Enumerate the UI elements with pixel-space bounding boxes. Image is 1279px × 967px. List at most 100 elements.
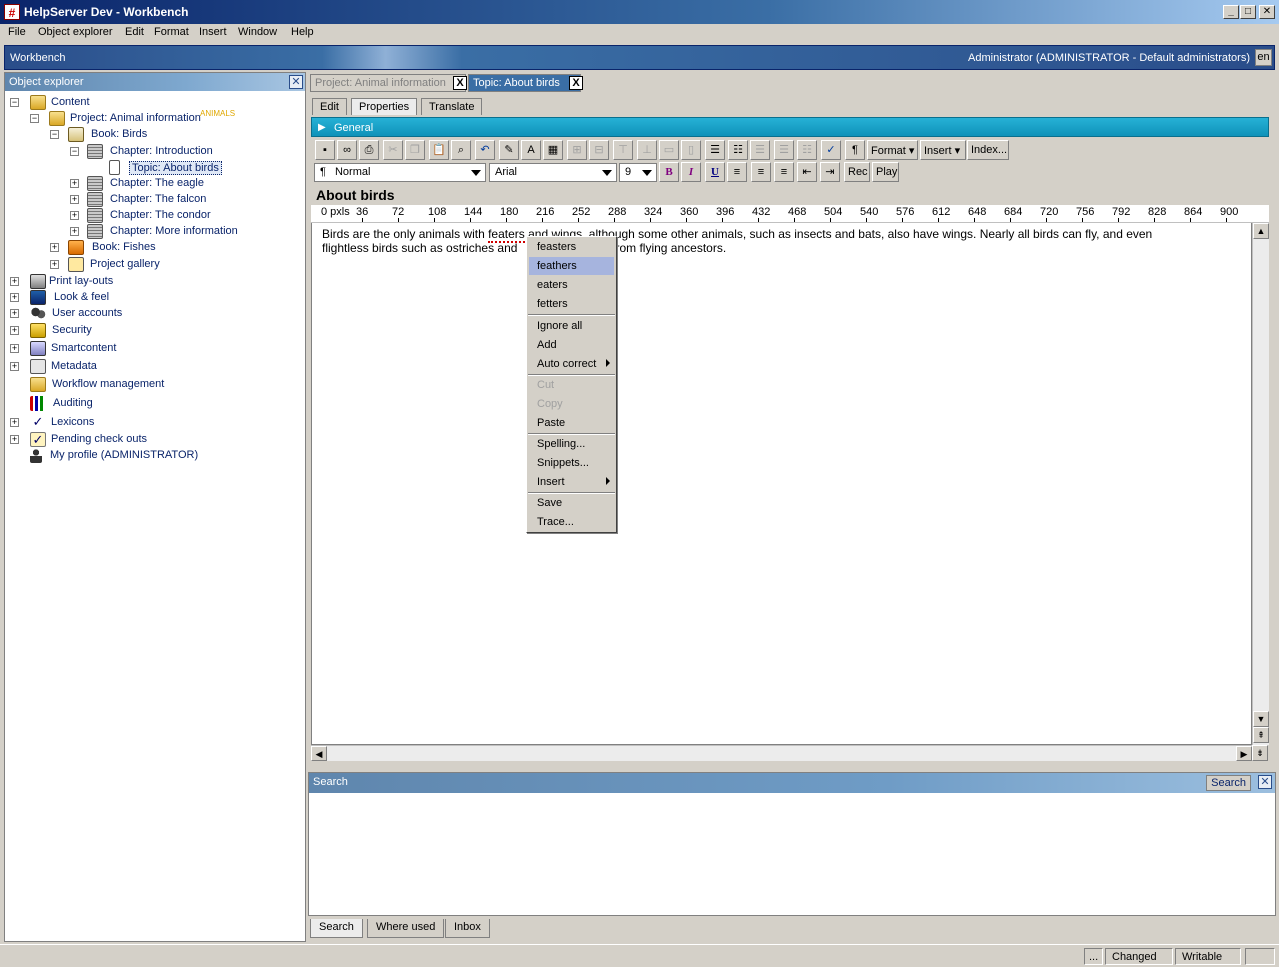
scroll-left-icon[interactable]: ◀: [311, 746, 327, 761]
font-family-select[interactable]: Arial: [489, 163, 617, 182]
copy-icon[interactable]: ❐: [405, 140, 425, 160]
expand-icon[interactable]: +: [50, 260, 59, 269]
tree-item-chapter-the-falcon[interactable]: + Chapter: The falcon: [70, 192, 300, 208]
document-editor[interactable]: Birds are the only animals with featers …: [311, 223, 1252, 745]
save-icon[interactable]: ▪: [315, 140, 335, 160]
page-down-icon[interactable]: ⇟: [1252, 745, 1268, 761]
collapse-icon[interactable]: −: [70, 147, 79, 156]
menu-trace[interactable]: Trace...: [529, 513, 614, 531]
tree-item-chapter-introduction[interactable]: − Chapter: Introduction: [70, 144, 300, 160]
menu-insert[interactable]: Insert: [529, 473, 614, 491]
tree-item-look-and-feel[interactable]: + Look & feel: [10, 290, 300, 306]
tab-project-animal-information[interactable]: Project: Animal information X: [310, 74, 467, 92]
undo-icon[interactable]: ↶: [475, 140, 495, 160]
highlight-icon[interactable]: ✎: [499, 140, 519, 160]
collapse-icon[interactable]: −: [10, 98, 19, 107]
expand-icon[interactable]: +: [70, 179, 79, 188]
tab-translate[interactable]: Translate: [421, 98, 483, 115]
format-dropdown[interactable]: Format ▾: [867, 140, 918, 160]
expand-icon[interactable]: +: [10, 362, 19, 371]
menu-auto-correct[interactable]: Auto correct: [529, 355, 614, 373]
indent-icon[interactable]: ⇥: [820, 162, 840, 182]
tree-item-auditing[interactable]: Auditing: [10, 396, 300, 412]
expand-icon[interactable]: +: [70, 195, 79, 204]
status-more-button[interactable]: ...: [1084, 948, 1103, 965]
suggestion-eaters[interactable]: eaters: [529, 276, 614, 294]
tree-item-chapter-the-condor[interactable]: + Chapter: The condor: [70, 208, 300, 224]
tab-search[interactable]: Search: [310, 919, 363, 938]
horizontal-scrollbar[interactable]: ◀ ▶: [311, 745, 1252, 761]
expand-icon[interactable]: +: [10, 326, 19, 335]
expand-icon[interactable]: +: [10, 277, 19, 286]
outdent-icon[interactable]: ⇤: [797, 162, 817, 182]
tab-where-used[interactable]: Where used: [367, 919, 445, 938]
tree-item-project-gallery[interactable]: + Project gallery: [50, 257, 300, 273]
expand-icon[interactable]: +: [10, 344, 19, 353]
expand-icon[interactable]: +: [10, 309, 19, 318]
tab-inbox[interactable]: Inbox: [445, 919, 490, 938]
menu-object-explorer[interactable]: Object explorer: [38, 26, 113, 38]
cut-icon[interactable]: ✂: [383, 140, 403, 160]
tree-item-metadata[interactable]: + Metadata: [10, 359, 300, 375]
print-icon[interactable]: ⎙: [359, 140, 379, 160]
insert-column-icon[interactable]: ⊥: [637, 140, 657, 160]
font-size-select[interactable]: 9: [619, 163, 657, 182]
expand-icon[interactable]: +: [70, 227, 79, 236]
decrease-list-icon[interactable]: ☰: [750, 140, 770, 160]
tree-item-chapter-the-eagle[interactable]: + Chapter: The eagle: [70, 176, 300, 192]
scroll-down-icon[interactable]: ▼: [1253, 711, 1269, 727]
menu-format[interactable]: Format: [154, 26, 189, 38]
spellcheck-toolbar-icon[interactable]: ✓: [821, 140, 841, 160]
tree-item-user-accounts[interactable]: + User accounts: [10, 306, 300, 322]
tree-item-workflow-management[interactable]: Workflow management: [10, 377, 300, 393]
suggestion-fetters[interactable]: fetters: [529, 295, 614, 313]
document-body[interactable]: Birds are the only animals with featers …: [322, 227, 1222, 255]
underline-button[interactable]: U: [705, 162, 725, 182]
tree-item-topic-about-birds[interactable]: Topic: About birds: [109, 160, 300, 176]
italic-button[interactable]: I: [681, 162, 701, 182]
page-up-icon[interactable]: ⇞: [1253, 727, 1269, 743]
vertical-scrollbar[interactable]: ▲ ▼ ⇞: [1252, 223, 1269, 745]
numbered-list-icon[interactable]: ☰: [705, 140, 725, 160]
insert-dropdown[interactable]: Insert ▾: [920, 140, 966, 160]
index-button[interactable]: Index...: [967, 140, 1009, 160]
tree-item-project-animal-information[interactable]: − Project: Animal information ANIMALS: [30, 109, 300, 127]
delete-column-icon[interactable]: ▯: [681, 140, 701, 160]
paragraph-style-select[interactable]: ¶ Normal: [314, 163, 486, 182]
split-cell-icon[interactable]: ⊞: [567, 140, 587, 160]
close-tab-icon[interactable]: X: [453, 76, 467, 90]
tree-item-my-profile[interactable]: My profile (ADMINISTRATOR): [10, 448, 300, 464]
tab-topic-about-birds[interactable]: Topic: About birds X: [468, 74, 583, 92]
menu-paste[interactable]: Paste: [529, 414, 614, 432]
play-macro-button[interactable]: Play: [872, 162, 899, 182]
record-macro-button[interactable]: Rec: [844, 162, 870, 182]
bullet-list-icon[interactable]: ☷: [728, 140, 748, 160]
align-left-icon[interactable]: ≡: [727, 162, 747, 182]
menu-spelling[interactable]: Spelling...: [529, 435, 614, 453]
close-tab-icon[interactable]: X: [569, 76, 583, 90]
close-explorer-icon[interactable]: ✕: [289, 75, 303, 89]
expand-icon[interactable]: +: [50, 243, 59, 252]
menu-edit[interactable]: Edit: [125, 26, 144, 38]
tree-item-lexicons[interactable]: + ✓ Lexicons: [10, 415, 300, 431]
tree-item-print-layouts[interactable]: + Print lay-outs: [10, 274, 300, 290]
menu-add[interactable]: Add: [529, 336, 614, 354]
preview-glasses-icon[interactable]: ∞: [337, 140, 357, 160]
tab-properties[interactable]: Properties: [351, 98, 418, 115]
merge-cell-icon[interactable]: ⊟: [589, 140, 609, 160]
minimize-button[interactable]: _: [1223, 5, 1239, 19]
tab-edit[interactable]: Edit: [312, 98, 347, 115]
find-binoculars-icon[interactable]: ⌕: [451, 140, 471, 160]
collapse-icon[interactable]: −: [50, 130, 59, 139]
scroll-right-icon[interactable]: ▶: [1236, 746, 1252, 761]
expand-icon[interactable]: +: [10, 418, 19, 427]
menu-snippets[interactable]: Snippets...: [529, 454, 614, 472]
expand-icon[interactable]: +: [10, 293, 19, 302]
suggestion-feasters[interactable]: feasters: [529, 238, 614, 256]
menu-insert[interactable]: Insert: [199, 26, 227, 38]
tree-item-chapter-more-information[interactable]: + Chapter: More information: [70, 224, 300, 240]
bold-button[interactable]: B: [659, 162, 679, 182]
close-search-icon[interactable]: ✕: [1258, 775, 1272, 789]
tree-item-book-fishes[interactable]: + Book: Fishes: [50, 240, 300, 256]
tree-item-content[interactable]: − Content: [10, 95, 300, 111]
